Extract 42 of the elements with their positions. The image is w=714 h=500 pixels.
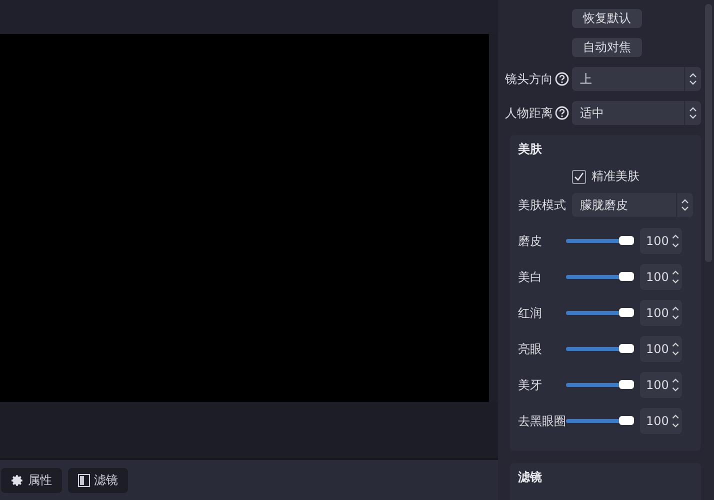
toolbar-button[interactable]: 滤镜 xyxy=(68,468,128,492)
slider[interactable] xyxy=(566,347,634,351)
dropdown[interactable]: 朦胧磨皮 xyxy=(572,193,693,217)
section-title: 美肤 xyxy=(518,141,543,158)
slider[interactable] xyxy=(566,239,634,243)
slider-label: 去黑眼圈 xyxy=(518,412,566,430)
slider-label: 磨皮 xyxy=(518,232,543,250)
slider-label: 红润 xyxy=(518,304,543,322)
slider[interactable] xyxy=(566,383,634,387)
toolbar-button[interactable]: 属性 xyxy=(1,468,62,492)
dropdown[interactable]: 上 xyxy=(572,67,701,91)
gear-icon xyxy=(11,474,24,486)
number-field[interactable]: 100 xyxy=(640,264,682,290)
field-label: 镜头方向 xyxy=(505,70,553,88)
field-label: 美肤模式 xyxy=(518,196,566,214)
field-label: 人物距离 xyxy=(505,104,553,122)
slider-thumb[interactable] xyxy=(619,380,634,389)
slider[interactable] xyxy=(566,275,634,279)
filter-icon xyxy=(78,474,90,486)
panel-button[interactable]: 恢复默认 xyxy=(572,9,642,28)
number-field[interactable]: 100 xyxy=(640,300,682,326)
checkbox-label: 精准美肤 xyxy=(592,168,640,185)
slider-thumb[interactable] xyxy=(619,416,634,425)
slider[interactable] xyxy=(566,419,634,423)
slider-thumb[interactable] xyxy=(619,344,634,353)
dropdown[interactable]: 适中 xyxy=(572,101,701,125)
number-field[interactable]: 100 xyxy=(640,372,682,398)
panel-button[interactable]: 自动对焦 xyxy=(572,38,642,57)
checkbox[interactable] xyxy=(572,170,586,184)
section-title: 滤镜 xyxy=(518,469,543,486)
help-icon[interactable] xyxy=(555,72,569,86)
slider[interactable] xyxy=(566,311,634,315)
help-icon[interactable] xyxy=(555,106,569,120)
slider-thumb[interactable] xyxy=(619,236,634,245)
slider-thumb[interactable] xyxy=(619,272,634,281)
slider-label: 美牙 xyxy=(518,376,543,394)
slider-label: 亮眼 xyxy=(518,340,543,358)
number-field[interactable]: 100 xyxy=(640,228,682,254)
number-field[interactable]: 100 xyxy=(640,336,682,362)
slider-label: 美白 xyxy=(518,268,543,286)
slider-thumb[interactable] xyxy=(619,308,634,317)
number-field[interactable]: 100 xyxy=(640,408,682,434)
